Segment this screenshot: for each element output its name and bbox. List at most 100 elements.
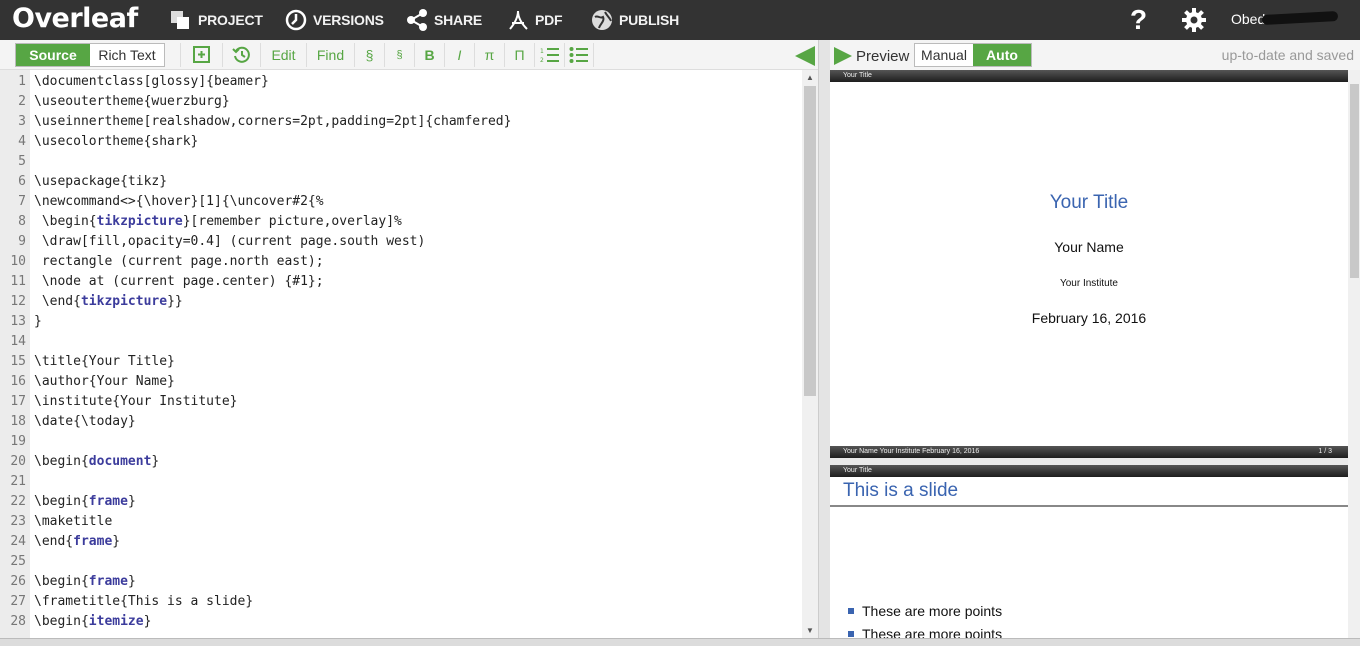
line-number: 26 xyxy=(10,574,26,589)
slide-footer-text: Your Name Your Institute February 16, 20… xyxy=(843,448,980,455)
subsection-button[interactable]: § xyxy=(384,43,414,67)
preview-button[interactable]: Preview xyxy=(856,48,909,65)
collapse-editor-arrow-icon[interactable] xyxy=(795,46,815,66)
code-line[interactable]: 3 \useinnertheme[realshadow,corners=2pt,p… xyxy=(0,112,800,132)
manual-mode-button[interactable]: Manual xyxy=(915,44,973,66)
project-button[interactable]: PROJECT xyxy=(170,9,263,31)
pdf-icon xyxy=(509,10,528,30)
code-line[interactable]: 17 \institute{Your Institute} xyxy=(0,392,800,412)
code-text: \usecolortheme{shark} xyxy=(34,134,199,149)
line-number: 24 xyxy=(10,534,26,549)
code-text: \frametitle{This is a slide} xyxy=(34,594,254,609)
section-button[interactable]: § xyxy=(354,43,384,67)
code-line[interactable]: 16 \author{Your Name} xyxy=(0,372,800,392)
code-line[interactable]: 6 \usepackage{tikz} xyxy=(0,172,800,192)
code-text: \begin{frame} xyxy=(34,494,136,509)
code-line[interactable]: 2 \useoutertheme{wuerzburg} xyxy=(0,92,800,112)
overleaf-logo[interactable]: Overleaf xyxy=(12,3,138,34)
slide-page-2: Your Title This is a slide These are mor… xyxy=(830,465,1348,638)
code-line[interactable]: 21 xyxy=(0,472,800,492)
code-line[interactable]: 25 xyxy=(0,552,800,572)
environment-keyword: itemize xyxy=(88,614,144,629)
math-button[interactable]: π xyxy=(474,43,504,67)
versions-button[interactable]: VERSIONS xyxy=(285,9,384,31)
user-menu[interactable]: Obed xyxy=(1231,11,1265,27)
scroll-up-icon[interactable]: ▲ xyxy=(806,73,814,82)
slide-date: February 16, 2016 xyxy=(1031,310,1147,326)
code-line[interactable]: 24 \end{frame} xyxy=(0,532,800,552)
code-line[interactable]: 26 \begin{frame} xyxy=(0,572,800,592)
preview-toolbar: Preview Manual Auto up-to-date and saved xyxy=(830,40,1360,70)
code-line[interactable]: 4 \usecolortheme{shark} xyxy=(0,132,800,152)
code-line[interactable]: 13} xyxy=(0,312,800,332)
code-line[interactable]: 15 \title{Your Title} xyxy=(0,352,800,372)
bullet-list-button[interactable] xyxy=(564,43,594,67)
code-line[interactable]: 27 \frametitle{This is a slide} xyxy=(0,592,800,612)
code-line[interactable]: 1 \documentclass[glossy]{beamer} xyxy=(0,72,800,92)
slide-footer: Your Name Your Institute February 16, 20… xyxy=(830,446,1348,458)
code-line[interactable]: 12 \end{tikzpicture}} xyxy=(0,292,800,312)
bold-button[interactable]: B xyxy=(414,43,444,67)
environment-keyword: frame xyxy=(88,574,128,589)
code-line[interactable]: 10 rectangle (current page.north east); xyxy=(0,252,800,272)
code-line[interactable]: 5 xyxy=(0,152,800,172)
preview-play-icon[interactable] xyxy=(834,47,852,65)
code-text: \end{tikzpicture}} xyxy=(34,294,183,309)
add-file-button[interactable] xyxy=(180,43,222,67)
code-line[interactable]: 8 \begin{tikzpicture}[remember picture,o… xyxy=(0,212,800,232)
preview-scrollbar-thumb[interactable] xyxy=(1350,84,1359,278)
code-line[interactable]: 9 \draw[fill,opacity=0.4] (current page.… xyxy=(0,232,800,252)
code-editor[interactable]: 1 \documentclass[glossy]{beamer} 2 \useoute… xyxy=(0,70,818,638)
bullet-list-icon xyxy=(569,47,588,63)
svg-text:2: 2 xyxy=(540,57,544,64)
code-text: \draw[fill,opacity=0.4] (current page.so… xyxy=(34,234,426,249)
display-math-button[interactable]: Π xyxy=(504,43,534,67)
pdf-label: PDF xyxy=(535,12,563,28)
line-number: 25 xyxy=(10,554,26,569)
code-line[interactable]: 20 \begin{document} xyxy=(0,452,800,472)
numbered-list-button[interactable]: 12 xyxy=(534,43,564,67)
history-button[interactable] xyxy=(222,43,260,67)
top-navbar: Overleaf PROJECT VERSIONS SHARE PDF PUBL… xyxy=(0,0,1360,40)
status-bar xyxy=(0,638,1360,646)
code-line[interactable]: 23 \maketitle xyxy=(0,512,800,532)
code-line[interactable]: 18 \date{\today} xyxy=(0,412,800,432)
pdf-button[interactable]: PDF xyxy=(507,9,563,31)
line-number: 8 xyxy=(18,214,26,229)
edit-button[interactable]: Edit xyxy=(260,43,306,67)
tab-source[interactable]: Source xyxy=(16,44,90,66)
slide-author: Your Name xyxy=(1054,239,1124,255)
editor-scrollbar-thumb[interactable] xyxy=(804,86,816,396)
code-line[interactable]: 7 \newcommand<>{\hover}[1]{\uncover#2{% xyxy=(0,192,800,212)
help-icon[interactable]: ? xyxy=(1130,4,1147,36)
code-text: \useoutertheme{wuerzburg} xyxy=(34,94,230,109)
code-line[interactable]: 22 \begin{frame} xyxy=(0,492,800,512)
line-number: 13 xyxy=(10,314,26,329)
code-line[interactable]: 11 \node at (current page.center) {#1}; xyxy=(0,272,800,292)
slide-institute: Your Institute xyxy=(1059,278,1118,289)
auto-mode-button[interactable]: Auto xyxy=(973,44,1031,66)
pane-divider[interactable] xyxy=(818,40,830,640)
scroll-down-icon[interactable]: ▼ xyxy=(806,626,814,635)
project-icon xyxy=(171,11,189,29)
slide-title: Your Title xyxy=(1049,192,1129,213)
slide-header: Your Title xyxy=(830,70,1348,82)
code-line[interactable]: 14 xyxy=(0,332,800,352)
publish-button[interactable]: PUBLISH xyxy=(591,9,679,31)
line-number: 21 xyxy=(10,474,26,489)
tab-rich-text[interactable]: Rich Text xyxy=(90,44,164,66)
pdf-preview[interactable]: Your Title Your Title Your Name Your Ins… xyxy=(830,70,1360,638)
environment-keyword: tikzpicture xyxy=(80,294,168,309)
gear-icon[interactable] xyxy=(1181,7,1207,33)
code-line[interactable]: 19 xyxy=(0,432,800,452)
code-text: \newcommand<>{\hover}[1]{\uncover#2{% xyxy=(34,194,324,209)
save-status: up-to-date and saved xyxy=(1221,47,1354,63)
environment-keyword: frame xyxy=(73,534,113,549)
code-line[interactable]: 28 \begin{itemize} xyxy=(0,612,800,632)
find-button[interactable]: Find xyxy=(306,43,354,67)
publish-icon xyxy=(592,10,612,30)
share-button[interactable]: SHARE xyxy=(406,9,482,31)
italic-button[interactable]: I xyxy=(444,43,474,67)
line-number: 28 xyxy=(10,614,26,629)
numbered-list-icon: 12 xyxy=(540,48,559,64)
